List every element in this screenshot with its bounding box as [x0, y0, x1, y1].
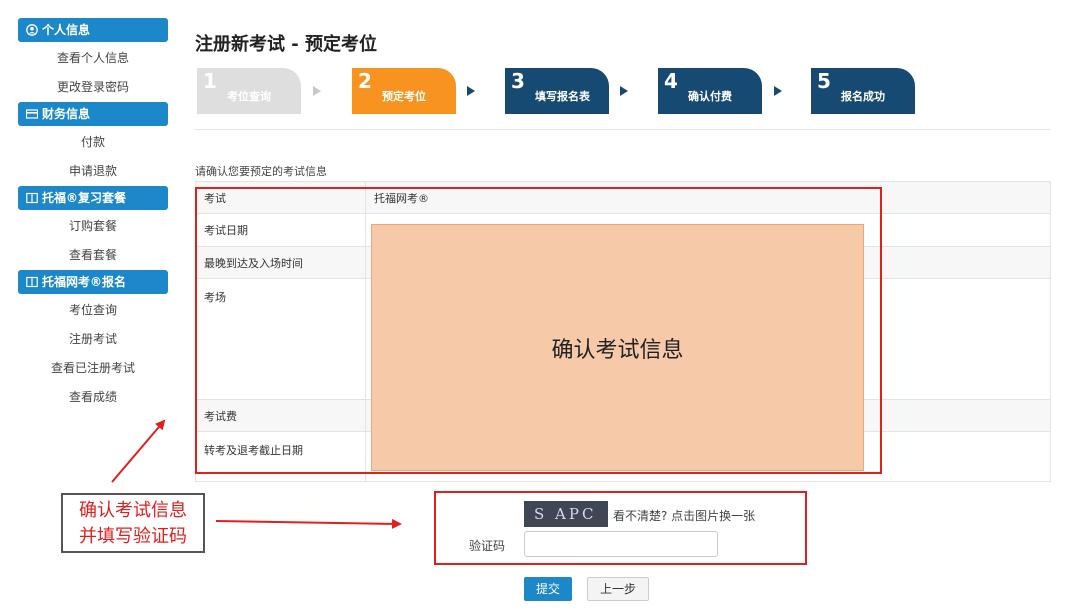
captcha-label: 验证码	[469, 539, 506, 553]
sidebar-item-registered-tests[interactable]: 查看已注册考试	[18, 354, 168, 383]
sidebar-section-finance[interactable]: 财务信息	[18, 102, 168, 126]
captcha-input[interactable]	[524, 531, 718, 557]
step-arrow-icon	[467, 86, 475, 96]
sidebar-section-toefl-prep[interactable]: 托福®复习套餐	[18, 186, 168, 210]
sidebar-item-scores[interactable]: 查看成绩	[18, 383, 168, 412]
sidebar-section-label: 托福网考®报名	[42, 275, 127, 289]
step-label: 填写报名表	[535, 90, 590, 103]
sidebar-item-view-package[interactable]: 查看套餐	[18, 241, 168, 270]
sidebar-section-personal[interactable]: 个人信息	[18, 18, 168, 42]
sidebar-item-change-password[interactable]: 更改登录密码	[18, 73, 168, 102]
user-circle-icon	[26, 24, 38, 36]
book-icon	[26, 192, 38, 204]
step-number: 2	[358, 69, 372, 93]
captcha-image[interactable]: S APC	[524, 501, 608, 527]
arrow-to-table	[111, 419, 166, 483]
step-number: 1	[203, 69, 217, 93]
sidebar-item-view-profile[interactable]: 查看个人信息	[18, 44, 168, 73]
sidebar-item-register-test[interactable]: 注册考试	[18, 325, 168, 354]
step-number: 4	[664, 69, 678, 93]
sidebar-item-seat-search[interactable]: 考位查询	[18, 296, 168, 325]
divider	[195, 129, 1051, 130]
step-label: 报名成功	[841, 90, 885, 103]
step-number: 3	[511, 69, 525, 93]
arrow-to-captcha	[215, 518, 402, 529]
sidebar: 个人信息 查看个人信息 更改登录密码 财务信息 付款 申请退款 托福®复习套餐 …	[18, 18, 168, 412]
captcha-refresh-link[interactable]: 看不清楚? 点击图片换一张	[613, 507, 755, 524]
credit-card-icon	[26, 109, 38, 119]
step-arrow-icon	[774, 86, 782, 96]
book-icon	[26, 276, 38, 288]
step-2: 2 预定考位	[352, 68, 456, 114]
callout-line: 确认考试信息	[79, 500, 187, 521]
sidebar-section-label: 托福®复习套餐	[42, 191, 127, 205]
annotation-callout: 确认考试信息 并填写验证码	[61, 493, 205, 553]
sidebar-section-label: 财务信息	[42, 107, 91, 121]
submit-button[interactable]: 提交	[524, 577, 572, 601]
annotation-box-exam-info	[195, 187, 882, 474]
step-progress: 1 考位查询 2 预定考位 3 填写报名表 4 确认付费 5 报名成功	[197, 68, 957, 114]
sidebar-section-toefl-registration[interactable]: 托福网考®报名	[18, 270, 168, 294]
previous-button[interactable]: 上一步	[587, 577, 649, 601]
step-arrow-icon	[313, 86, 321, 96]
step-label: 考位查询	[227, 90, 271, 103]
sidebar-item-refund[interactable]: 申请退款	[18, 157, 168, 186]
step-5: 5 报名成功	[811, 68, 915, 114]
step-1: 1 考位查询	[197, 68, 301, 114]
step-number: 5	[817, 69, 831, 93]
step-4: 4 确认付费	[658, 68, 762, 114]
sidebar-item-payment[interactable]: 付款	[18, 128, 168, 157]
sidebar-section-label: 个人信息	[42, 23, 91, 37]
step-label: 预定考位	[382, 90, 426, 103]
confirm-title: 请确认您要预定的考试信息	[195, 165, 327, 178]
step-arrow-icon	[620, 86, 628, 96]
callout-line: 并填写验证码	[79, 526, 187, 547]
step-3: 3 填写报名表	[505, 68, 609, 114]
sidebar-item-buy-package[interactable]: 订购套餐	[18, 212, 168, 241]
step-label: 确认付费	[688, 90, 732, 103]
page-title: 注册新考试 - 预定考位	[195, 34, 378, 55]
